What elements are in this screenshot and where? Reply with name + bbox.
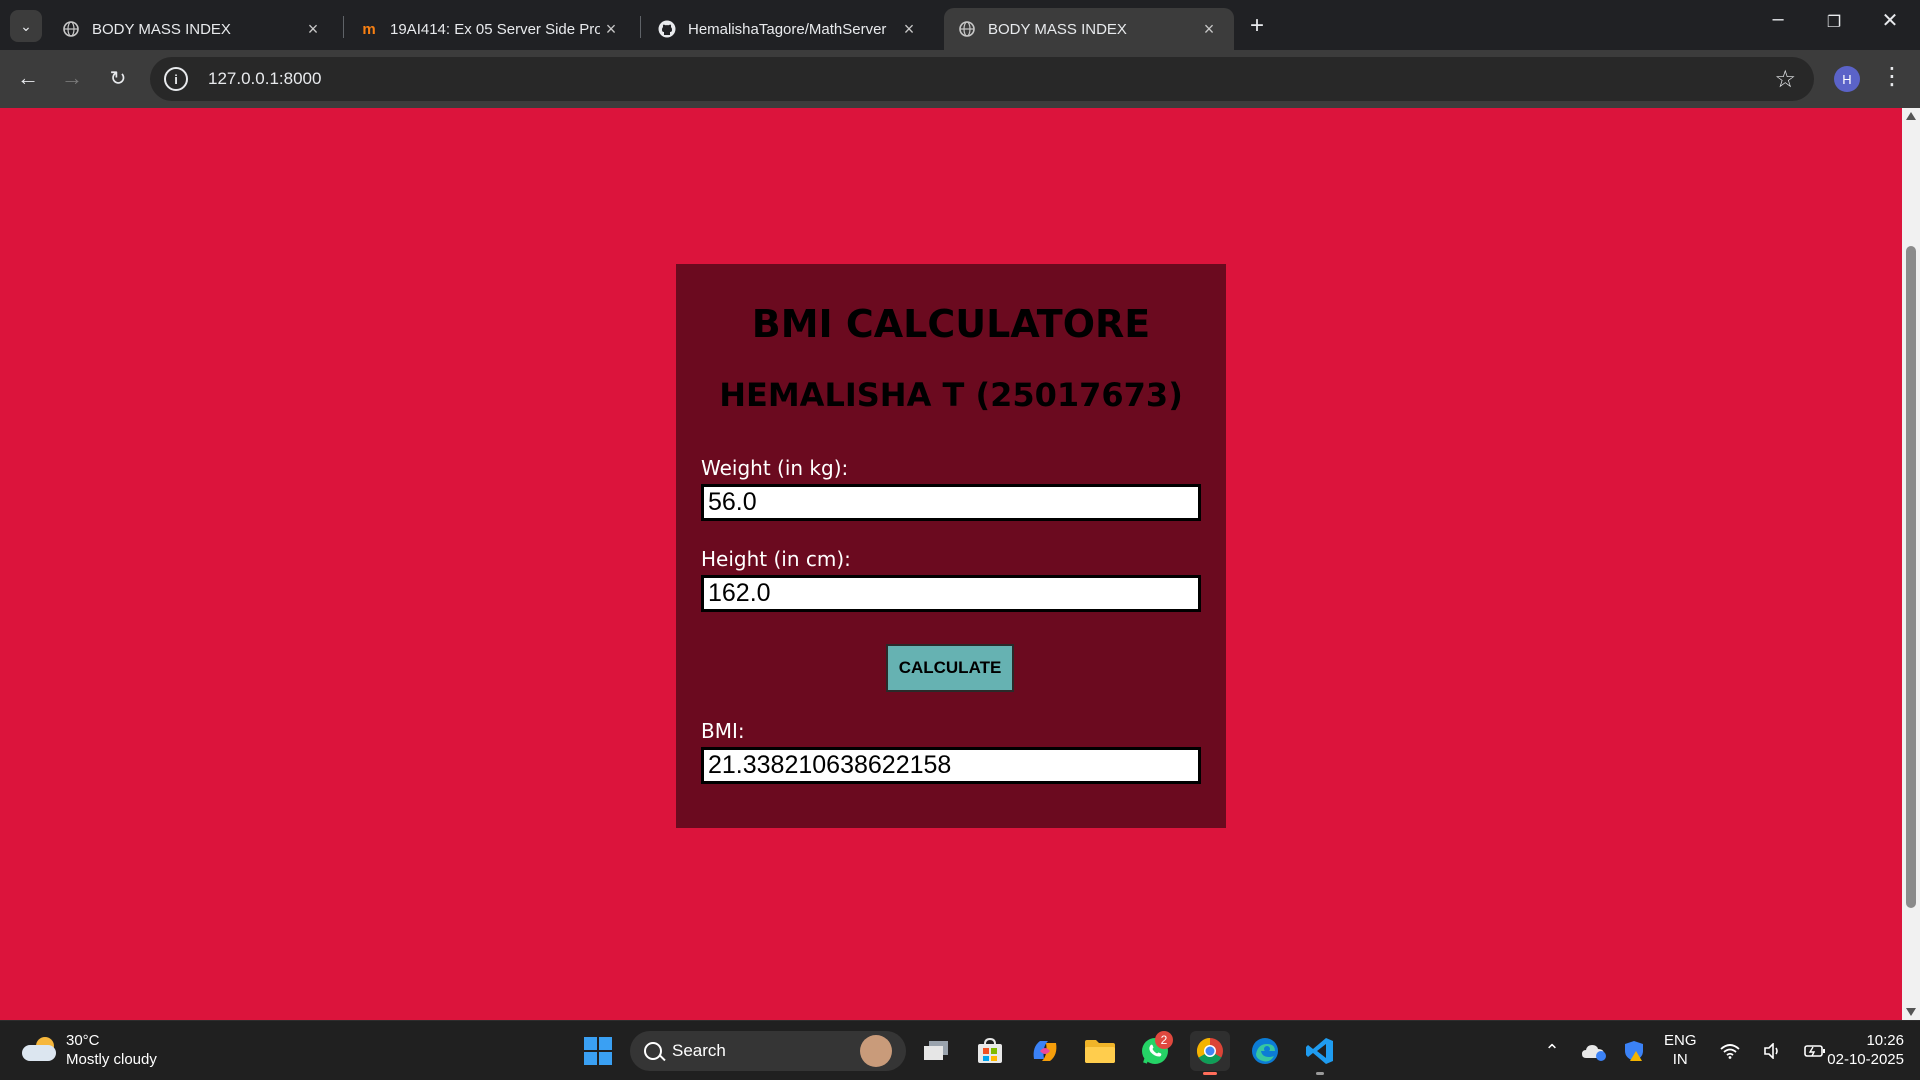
moodle-icon: m bbox=[362, 20, 376, 38]
tab-strip: ⌄ BODY MASS INDEX × m 19AI414: Ex 05 Ser… bbox=[0, 0, 1920, 50]
weight-input[interactable] bbox=[701, 484, 1201, 521]
minimize-button[interactable]: – bbox=[1758, 8, 1798, 31]
vscode-icon bbox=[1306, 1038, 1333, 1064]
tab-github-mathserver[interactable]: HemalishaTagore/MathServer × bbox=[644, 8, 934, 50]
start-button[interactable] bbox=[578, 1031, 618, 1071]
task-view-button[interactable] bbox=[916, 1031, 956, 1071]
bmi-form-card: BMI CALCULATORE HEMALISHA T (25017673) W… bbox=[676, 264, 1226, 828]
tab-title: HemalishaTagore/MathServer bbox=[688, 20, 887, 38]
search-highlight-image bbox=[860, 1035, 892, 1067]
page-viewport: BMI CALCULATORE HEMALISHA T (25017673) W… bbox=[0, 108, 1902, 1020]
reload-button[interactable]: ↻ bbox=[102, 62, 134, 94]
weather-widget[interactable]: 30°C Mostly cloudy bbox=[20, 1031, 157, 1069]
bookmark-star-icon[interactable]: ☆ bbox=[1774, 65, 1796, 94]
back-button[interactable]: ← bbox=[12, 62, 44, 94]
tab-body-mass-index-active[interactable]: BODY MASS INDEX × bbox=[944, 8, 1234, 50]
active-app-indicator bbox=[1203, 1072, 1217, 1075]
windows-logo-icon bbox=[584, 1037, 612, 1065]
tab-divider bbox=[640, 16, 641, 38]
whatsapp-badge: 2 bbox=[1155, 1031, 1173, 1049]
close-tab-icon[interactable]: × bbox=[898, 19, 920, 40]
copilot-button[interactable] bbox=[1025, 1031, 1065, 1071]
scrollbar-thumb[interactable] bbox=[1906, 246, 1916, 908]
forward-button[interactable]: → bbox=[56, 62, 88, 94]
chrome-icon bbox=[1196, 1037, 1223, 1065]
clock-time: 10:26 bbox=[1866, 1032, 1904, 1049]
address-bar[interactable]: i ☆ bbox=[150, 57, 1814, 101]
language-indicator[interactable]: ENG IN bbox=[1664, 1031, 1697, 1069]
page-title: BMI CALCULATORE bbox=[751, 302, 1151, 346]
close-tab-icon[interactable]: × bbox=[1198, 19, 1220, 40]
shield-warning-icon bbox=[1625, 1041, 1643, 1061]
onedrive-cloud-icon bbox=[1582, 1045, 1606, 1061]
close-tab-icon[interactable]: × bbox=[302, 19, 324, 40]
windows-taskbar: 30°C Mostly cloudy Search 2 ⌃ ENG IN 10:… bbox=[0, 1020, 1920, 1080]
close-tab-icon[interactable]: × bbox=[600, 19, 622, 40]
copilot-icon bbox=[1033, 1041, 1057, 1061]
edge-icon bbox=[1252, 1038, 1278, 1064]
scroll-up-arrow-icon[interactable] bbox=[1906, 112, 1916, 120]
url-input[interactable] bbox=[208, 69, 1608, 89]
page-scrollbar[interactable] bbox=[1902, 108, 1920, 1020]
reload-icon: ↻ bbox=[109, 67, 127, 90]
file-explorer-button[interactable] bbox=[1080, 1031, 1120, 1071]
onedrive-tray-button[interactable] bbox=[1574, 1031, 1614, 1071]
language-code: ENG bbox=[1664, 1032, 1697, 1049]
close-window-button[interactable]: ✕ bbox=[1870, 8, 1910, 33]
browser-toolbar: ← → ↻ i ☆ H ⋮ bbox=[0, 50, 1920, 108]
tab-divider bbox=[343, 16, 344, 38]
bmi-label: BMI: bbox=[701, 719, 745, 743]
tab-title: BODY MASS INDEX bbox=[92, 20, 231, 38]
clock-date: 02-10-2025 bbox=[1827, 1051, 1904, 1068]
task-view-icon bbox=[924, 1041, 948, 1060]
height-label: Height (in cm): bbox=[701, 547, 851, 571]
store-icon bbox=[978, 1037, 1002, 1063]
vscode-button[interactable] bbox=[1300, 1031, 1340, 1075]
chrome-button[interactable] bbox=[1190, 1031, 1230, 1075]
speaker-icon bbox=[1764, 1043, 1778, 1059]
height-input[interactable] bbox=[701, 575, 1201, 612]
show-hidden-icons-button[interactable]: ⌃ bbox=[1532, 1031, 1572, 1071]
globe-icon bbox=[958, 20, 976, 38]
search-label: Search bbox=[672, 1041, 726, 1060]
edge-button[interactable] bbox=[1245, 1031, 1285, 1071]
restore-button[interactable]: ❐ bbox=[1814, 12, 1854, 32]
tab-title: BODY MASS INDEX bbox=[988, 20, 1127, 38]
github-icon bbox=[658, 20, 676, 38]
folder-icon bbox=[1085, 1040, 1115, 1063]
weight-label: Weight (in kg): bbox=[701, 456, 849, 480]
weather-temp: 30°C bbox=[66, 1032, 100, 1049]
system-clock[interactable]: 10:26 02-10-2025 bbox=[1816, 1031, 1904, 1069]
arrow-right-icon: → bbox=[61, 65, 83, 90]
bmi-result-field[interactable] bbox=[701, 747, 1201, 784]
partly-cloudy-icon bbox=[20, 1035, 60, 1065]
tab-server-side-processing[interactable]: m 19AI414: Ex 05 Server Side Proc × bbox=[346, 8, 636, 50]
calculate-button[interactable]: CALCULATE bbox=[886, 644, 1014, 692]
arrow-left-icon: ← bbox=[17, 65, 39, 90]
browser-menu-icon[interactable]: ⋮ bbox=[1880, 62, 1904, 91]
chevron-up-icon: ⌃ bbox=[1544, 1040, 1560, 1061]
whatsapp-button[interactable]: 2 bbox=[1135, 1031, 1175, 1071]
security-tray-button[interactable] bbox=[1614, 1031, 1654, 1071]
taskbar-search[interactable]: Search bbox=[630, 1031, 906, 1071]
scroll-down-arrow-icon[interactable] bbox=[1906, 1008, 1916, 1016]
microsoft-store-button[interactable] bbox=[970, 1031, 1010, 1071]
profile-avatar[interactable]: H bbox=[1834, 66, 1860, 92]
page-subtitle: HEMALISHA T (25017673) bbox=[719, 376, 1183, 414]
search-icon bbox=[644, 1042, 662, 1060]
site-info-icon[interactable]: i bbox=[164, 67, 188, 91]
chevron-down-icon: ⌄ bbox=[20, 17, 32, 34]
globe-icon bbox=[62, 20, 80, 38]
new-tab-button[interactable]: + bbox=[1242, 12, 1272, 40]
tab-body-mass-index-1[interactable]: BODY MASS INDEX × bbox=[48, 8, 338, 50]
weather-desc: Mostly cloudy bbox=[66, 1051, 157, 1068]
region-code: IN bbox=[1672, 1051, 1688, 1068]
tab-search-button[interactable]: ⌄ bbox=[10, 10, 42, 42]
running-app-indicator bbox=[1316, 1072, 1324, 1075]
tab-title: 19AI414: Ex 05 Server Side Proc bbox=[390, 20, 600, 38]
wifi-icon bbox=[1720, 1044, 1740, 1059]
